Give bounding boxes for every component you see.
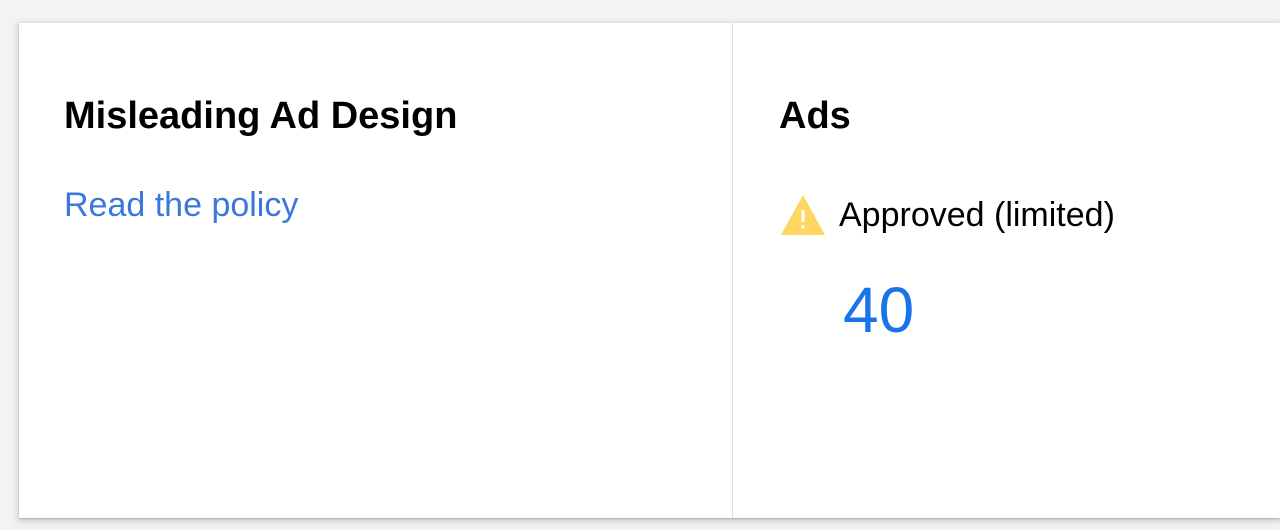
ads-status: Approved (limited) [779,193,1115,237]
status-label: Approved (limited) [839,195,1115,234]
policy-column: Misleading Ad Design Read the policy [19,23,733,518]
read-policy-link[interactable]: Read the policy [64,186,298,225]
policy-card: Misleading Ad Design Read the policy Ads… [19,23,1280,518]
ads-title: Ads [779,95,851,137]
policy-title: Misleading Ad Design [64,95,458,137]
warning-icon [779,193,827,237]
approved-limited-count[interactable]: 40 [843,273,914,347]
ads-column: Ads Approved (limited) 40 [733,23,1280,518]
